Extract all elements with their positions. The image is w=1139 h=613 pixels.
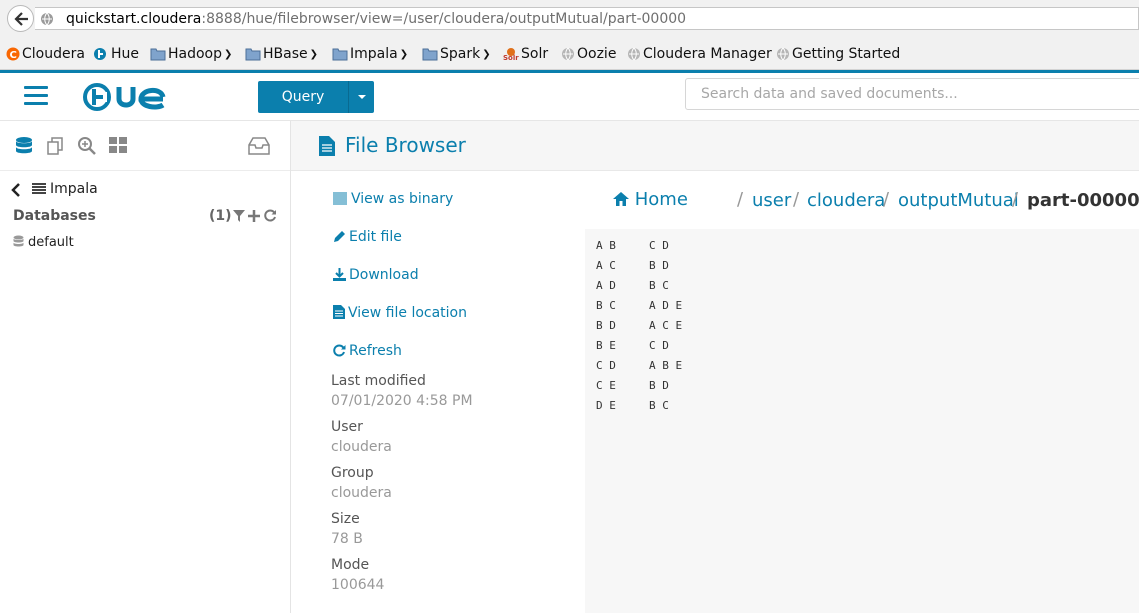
bookmark-impala[interactable]: Impala ❯ (332, 45, 408, 63)
add-icon[interactable] (248, 210, 260, 222)
path-breadcrumb: Home / user / cloudera / outputMutual / … (585, 185, 1139, 217)
download-icon (333, 268, 346, 281)
file-line: A D B C (596, 279, 669, 292)
database-item-default[interactable]: default (13, 235, 74, 250)
file-line: C D A B E (596, 359, 683, 372)
file-line: B E C D (596, 339, 669, 352)
breadcrumb-cloudera[interactable]: cloudera (807, 190, 885, 211)
table-icon (32, 183, 46, 194)
bookmark-getting-started[interactable]: Getting Started (776, 45, 900, 63)
file-line: C E B D (596, 379, 669, 392)
hue-header: Query (0, 73, 1139, 121)
tray-icon[interactable] (248, 136, 270, 156)
query-button[interactable]: Query (258, 81, 348, 113)
cloudera-icon: C (6, 47, 20, 61)
folder-icon (332, 48, 348, 61)
file-browser-header: File Browser (291, 121, 1139, 171)
left-assist-panel: Impala Databases (1) default (0, 121, 291, 613)
global-search[interactable] (685, 78, 1139, 110)
mode-value: 100644 (331, 577, 385, 593)
database-icon (13, 235, 24, 247)
group-label: Group (331, 465, 374, 481)
breadcrumb-user[interactable]: user (752, 190, 791, 211)
bookmark-hue[interactable]: Hue (93, 45, 139, 63)
edit-file-link[interactable]: Edit file (333, 229, 402, 245)
menu-icon[interactable] (24, 86, 48, 106)
svg-text:C: C (10, 50, 17, 61)
file-line: B D A C E (596, 319, 683, 332)
url-text: quickstart.cloudera:8888/hue/filebrowser… (66, 11, 687, 27)
documents-icon[interactable] (46, 136, 66, 156)
file-line: B C A D E (596, 299, 683, 312)
folder-icon (150, 48, 166, 61)
file-location-icon (333, 305, 345, 319)
browser-toolbar: quickstart.cloudera:8888/hue/filebrowser… (0, 0, 1139, 36)
bookmark-hadoop[interactable]: Hadoop ❯ (150, 45, 232, 63)
breadcrumb-separator: / (1012, 189, 1019, 210)
search-icon[interactable] (77, 136, 97, 156)
file-contents-viewer[interactable]: A B C D A C B D A D B C B C A D E B D A … (585, 229, 1139, 613)
globe-icon (562, 47, 574, 61)
file-icon (319, 136, 335, 156)
user-label: User (331, 419, 363, 435)
breadcrumb-separator: / (737, 189, 744, 210)
file-line: A C B D (596, 259, 669, 272)
folder-icon (422, 48, 438, 61)
apps-grid-icon[interactable] (108, 136, 128, 156)
bookmark-oozie[interactable]: Oozie (561, 45, 616, 63)
bookmarks-bar: C Cloudera Hue Hadoop ❯ HBase ❯ Impala ❯ Spa… (0, 36, 1139, 70)
breadcrumb-outputmutual[interactable]: outputMutual (898, 190, 1019, 211)
folder-icon (245, 48, 261, 61)
barcode-icon (333, 192, 347, 205)
breadcrumb-home[interactable]: Home (613, 189, 688, 210)
breadcrumb-separator: / (883, 189, 890, 210)
globe-icon (777, 47, 789, 61)
globe-icon (628, 47, 640, 61)
bookmark-solr[interactable]: Solr Solr (503, 45, 548, 63)
chevron-left-icon[interactable] (10, 182, 22, 198)
databases-count: (1) (209, 208, 232, 224)
url-field[interactable]: quickstart.cloudera:8888/hue/filebrowser… (35, 7, 1139, 30)
mode-label: Mode (331, 557, 370, 573)
page-title: File Browser (345, 133, 466, 157)
refresh-link[interactable]: Refresh (333, 343, 402, 359)
back-arrow-icon (14, 12, 28, 26)
site-info-icon[interactable] (40, 12, 54, 26)
svg-text:Solr: Solr (503, 54, 519, 61)
hue-icon (94, 48, 106, 60)
solr-icon: Solr (503, 48, 519, 61)
search-input[interactable] (686, 79, 1139, 109)
refresh-icon (333, 344, 346, 357)
bookmark-spark[interactable]: Spark ❯ (422, 45, 491, 63)
database-icon[interactable] (15, 136, 33, 156)
file-line: D E B C (596, 399, 669, 412)
view-as-binary-link[interactable]: View as binary (333, 191, 453, 207)
last-modified-label: Last modified (331, 373, 426, 389)
size-label: Size (331, 511, 360, 527)
breadcrumb-current: part-00000 (1027, 190, 1139, 211)
assist-panel-tabs (0, 121, 290, 171)
refresh-icon[interactable] (264, 209, 277, 222)
breadcrumb-separator: / (793, 189, 800, 210)
bookmark-cloudera[interactable]: C Cloudera (6, 45, 85, 63)
back-button[interactable] (7, 5, 34, 32)
home-icon (613, 192, 629, 206)
pencil-icon (334, 231, 345, 242)
last-modified-value: 07/01/2020 4:58 PM (331, 393, 473, 409)
view-file-location-link[interactable]: View file location (333, 305, 467, 321)
group-value: cloudera (331, 485, 392, 501)
user-value: cloudera (331, 439, 392, 455)
filter-icon[interactable] (233, 210, 245, 222)
bookmark-cloudera-manager[interactable]: Cloudera Manager (627, 45, 772, 63)
bookmark-hbase[interactable]: HBase ❯ (245, 45, 318, 63)
source-label: Impala (50, 181, 98, 197)
hue-logo[interactable] (83, 83, 181, 111)
size-value: 78 B (331, 531, 363, 547)
file-line: A B C D (596, 239, 669, 252)
query-dropdown-toggle[interactable] (348, 81, 374, 113)
download-link[interactable]: Download (333, 267, 419, 283)
